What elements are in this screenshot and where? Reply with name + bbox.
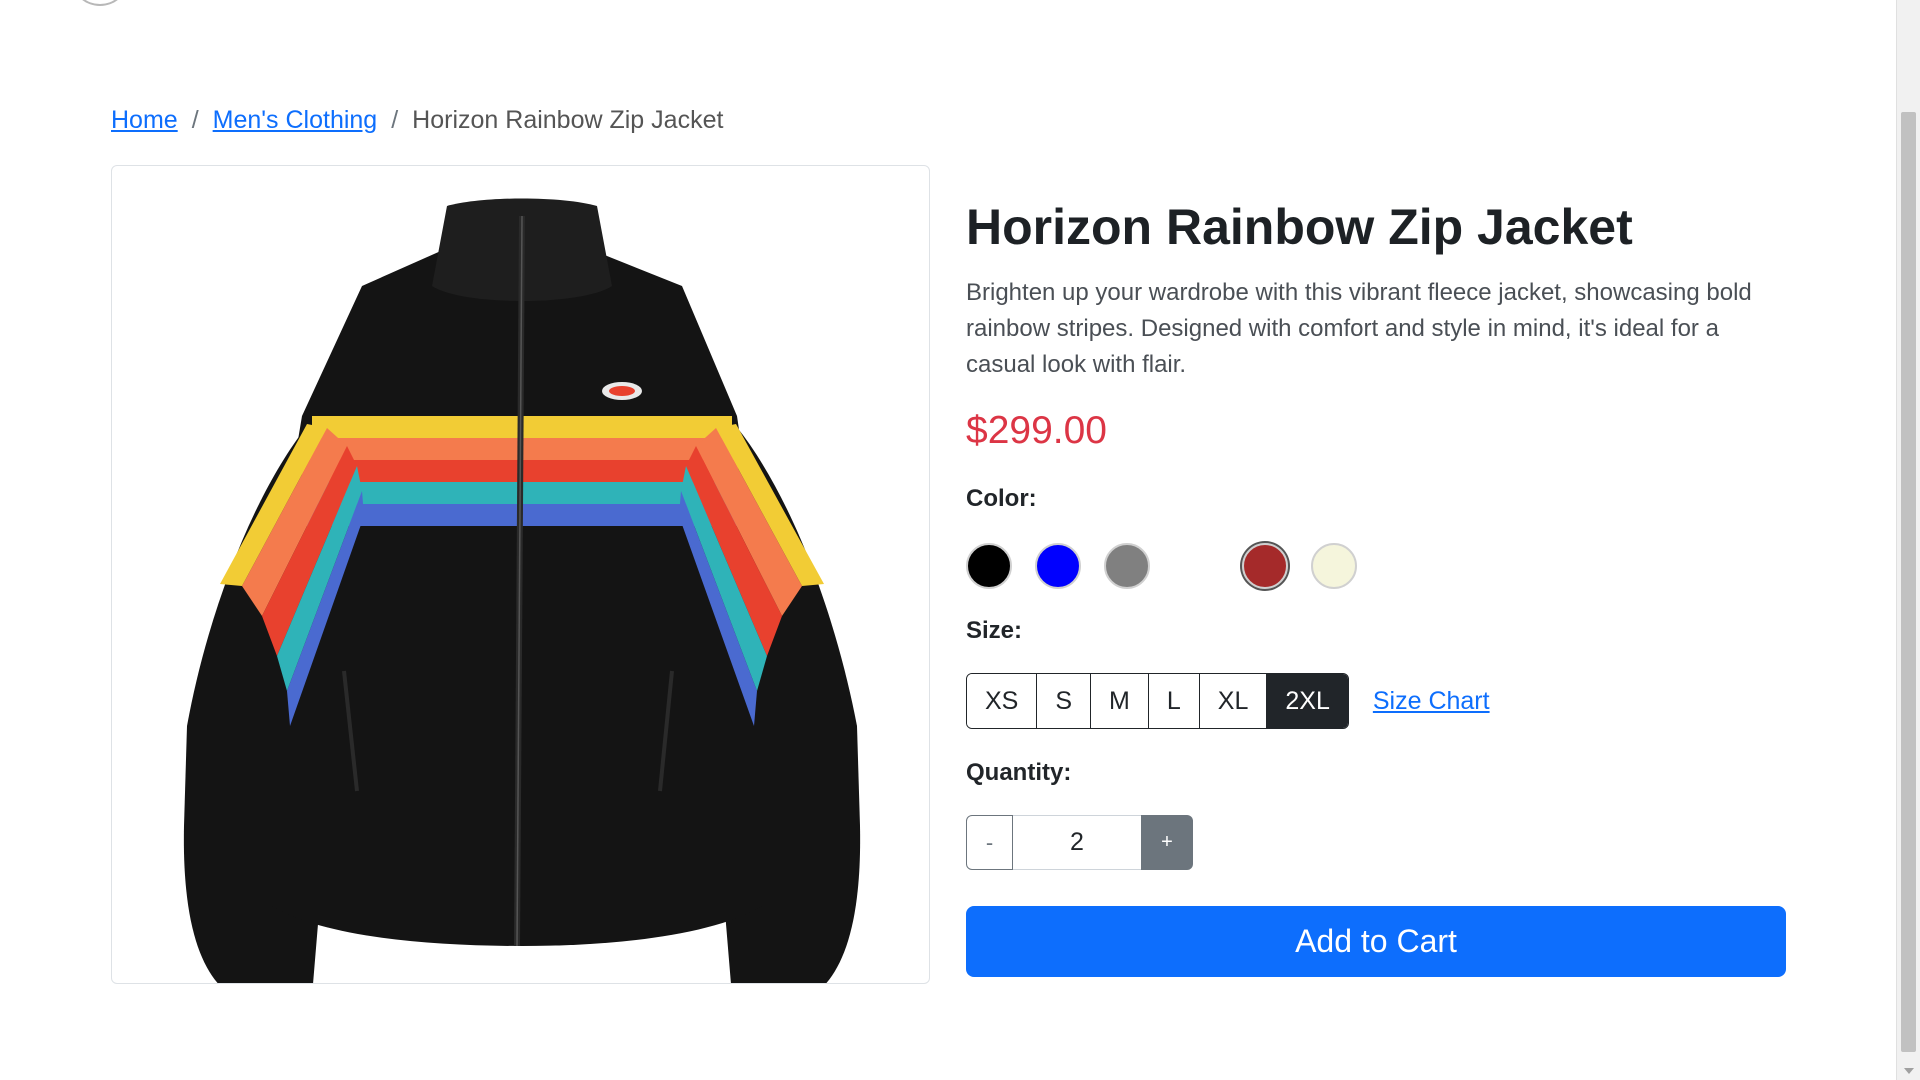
- breadcrumb-separator: /: [391, 106, 399, 134]
- scrollbar-thumb[interactable]: [1901, 112, 1916, 1052]
- page-scrollbar[interactable]: [1896, 0, 1920, 1080]
- product-details: Horizon Rainbow Zip Jacket Brighten up y…: [966, 200, 1786, 977]
- color-label: Color:: [966, 485, 1037, 512]
- size-button-m[interactable]: M: [1091, 674, 1149, 728]
- size-button-2xl[interactable]: 2XL: [1267, 674, 1348, 728]
- product-description: Brighten up your wardrobe with this vibr…: [966, 279, 1752, 378]
- quantity-label: Quantity:: [966, 759, 1072, 786]
- quantity-increase-button[interactable]: +: [1141, 815, 1193, 870]
- product-image-card: [111, 165, 930, 984]
- jacket-image: [183, 198, 861, 983]
- color-swatches: [966, 543, 1786, 589]
- color-swatch-gray[interactable]: [1104, 543, 1150, 589]
- breadcrumb-category-link[interactable]: Men's Clothing: [213, 106, 378, 135]
- quantity-decrease-button[interactable]: -: [966, 815, 1013, 870]
- color-swatch-white[interactable]: [1173, 543, 1219, 589]
- scroll-down-arrow-icon[interactable]: [1904, 1068, 1914, 1074]
- product-price: $299.00: [966, 409, 1107, 452]
- color-swatch-blue[interactable]: [1035, 543, 1081, 589]
- breadcrumb-separator: /: [191, 106, 199, 134]
- quantity-stepper: - 2 +: [966, 815, 1786, 870]
- product-page: Home / Men's Clothing / Horizon Rainbow …: [0, 0, 1920, 1080]
- product-title: Horizon Rainbow Zip Jacket: [966, 199, 1633, 255]
- color-swatch-beige[interactable]: [1311, 543, 1357, 589]
- size-chart-link[interactable]: Size Chart: [1373, 687, 1490, 716]
- size-button-l[interactable]: L: [1148, 674, 1200, 728]
- color-swatch-brown[interactable]: [1242, 543, 1288, 589]
- size-button-xs[interactable]: XS: [967, 674, 1038, 728]
- breadcrumb-home-link[interactable]: Home: [111, 106, 178, 135]
- breadcrumb: Home / Men's Clothing / Horizon Rainbow …: [111, 106, 723, 135]
- size-button-xl[interactable]: XL: [1199, 674, 1268, 728]
- size-row: XS S M L XL 2XL Size Chart: [966, 673, 1786, 729]
- add-to-cart-button[interactable]: Add to Cart: [966, 906, 1786, 977]
- color-swatch-black[interactable]: [966, 543, 1012, 589]
- breadcrumb-current: Horizon Rainbow Zip Jacket: [412, 106, 724, 134]
- size-button-s[interactable]: S: [1037, 674, 1092, 728]
- quantity-input[interactable]: 2: [1013, 815, 1141, 870]
- site-logo[interactable]: [73, 0, 127, 6]
- size-button-group: XS S M L XL 2XL: [966, 673, 1349, 729]
- size-label: Size:: [966, 617, 1023, 644]
